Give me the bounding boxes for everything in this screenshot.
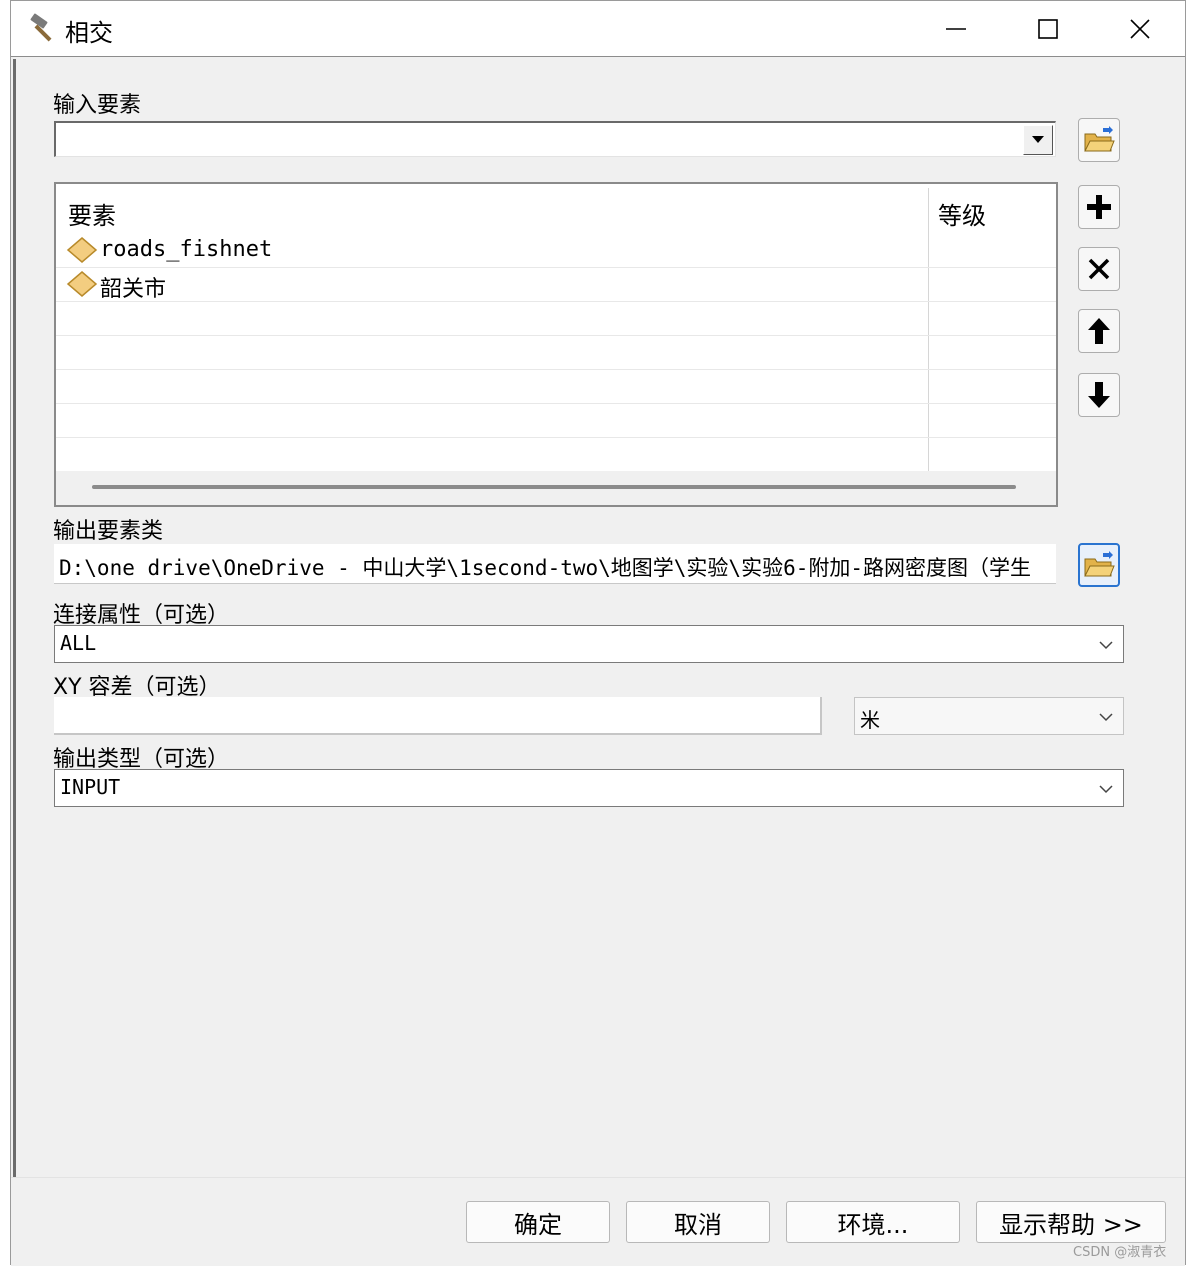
output-feature-class-label: 输出要素类 xyxy=(53,519,164,544)
output-feature-class-value: D:\one drive\OneDrive - 中山大学\1second-two… xyxy=(59,556,1032,580)
input-features-dropdown-button[interactable] xyxy=(1023,125,1053,155)
input-features-table: 要素 等级 roads_fishnet 韶关市 xyxy=(54,182,1058,507)
chevron-down-icon xyxy=(1099,785,1113,794)
maximize-button[interactable] xyxy=(1028,9,1068,49)
join-attributes-select[interactable]: ALL xyxy=(54,625,1124,663)
cancel-button[interactable]: 取消 xyxy=(626,1201,770,1243)
chevron-down-icon xyxy=(1099,641,1113,650)
open-folder-icon xyxy=(1084,551,1115,577)
table-row-empty xyxy=(56,302,1056,336)
title-bar: 相交 xyxy=(11,1,1185,57)
table-row-empty xyxy=(56,438,1056,472)
chevron-down-icon xyxy=(1099,713,1113,722)
remove-row-button[interactable] xyxy=(1078,247,1120,291)
xy-tolerance-input[interactable] xyxy=(54,697,822,735)
input-features-combo[interactable] xyxy=(54,121,1056,157)
x-icon xyxy=(1088,258,1110,280)
xy-tolerance-unit-value: 米 xyxy=(860,708,880,732)
table-row-empty xyxy=(56,404,1056,438)
feature-name: 韶关市 xyxy=(100,277,167,302)
output-browse-button[interactable] xyxy=(1078,543,1120,587)
maximize-icon xyxy=(1038,19,1058,39)
column-header-rank[interactable]: 等级 xyxy=(938,196,986,231)
table-header: 要素 等级 xyxy=(56,184,1056,234)
arrow-down-icon xyxy=(1088,382,1110,408)
ok-button[interactable]: 确定 xyxy=(466,1201,610,1243)
environments-button[interactable]: 环境... xyxy=(786,1201,960,1243)
horizontal-scrollbar[interactable] xyxy=(56,471,1056,505)
input-features-browse-button[interactable] xyxy=(1078,118,1120,162)
hammer-icon xyxy=(27,11,61,45)
window-title: 相交 xyxy=(65,19,113,47)
input-features-label: 输入要素 xyxy=(53,93,142,118)
table-row[interactable]: roads_fishnet xyxy=(56,234,1056,268)
close-button[interactable] xyxy=(1120,9,1160,49)
polygon-feature-icon xyxy=(66,237,98,263)
scrollbar-thumb[interactable] xyxy=(92,485,1016,489)
polygon-feature-icon xyxy=(66,271,98,297)
intersect-dialog: 相交 输入要素 要素 等级 roads_fishnet 韶关市 输出要素类 D:… xyxy=(10,0,1186,1266)
dialog-footer: 确定 取消 环境... 显示帮助 >> CSDN @淑青衣 xyxy=(11,1177,1185,1266)
move-down-button[interactable] xyxy=(1078,373,1120,417)
arrow-up-icon xyxy=(1088,318,1110,344)
open-folder-icon xyxy=(1084,126,1115,152)
table-row-empty xyxy=(56,336,1056,370)
add-row-button[interactable] xyxy=(1078,185,1120,229)
minimize-icon xyxy=(946,28,966,30)
move-up-button[interactable] xyxy=(1078,309,1120,353)
plus-icon xyxy=(1087,195,1111,219)
caret-down-icon xyxy=(1032,136,1044,143)
watermark-text: CSDN @淑青衣 xyxy=(1073,1245,1167,1260)
minimize-button[interactable] xyxy=(936,9,976,49)
table-row[interactable]: 韶关市 xyxy=(56,268,1056,302)
xy-tolerance-unit-select[interactable]: 米 xyxy=(854,697,1124,735)
output-type-value: INPUT xyxy=(60,775,121,799)
close-icon xyxy=(1130,19,1150,39)
output-type-select[interactable]: INPUT xyxy=(54,769,1124,807)
column-header-features[interactable]: 要素 xyxy=(68,196,116,231)
show-help-button[interactable]: 显示帮助 >> xyxy=(976,1201,1166,1243)
join-attributes-value: ALL xyxy=(60,631,97,655)
output-feature-class-field[interactable]: D:\one drive\OneDrive - 中山大学\1second-two… xyxy=(54,544,1056,584)
table-row-empty xyxy=(56,370,1056,404)
feature-name: roads_fishnet xyxy=(100,237,273,262)
